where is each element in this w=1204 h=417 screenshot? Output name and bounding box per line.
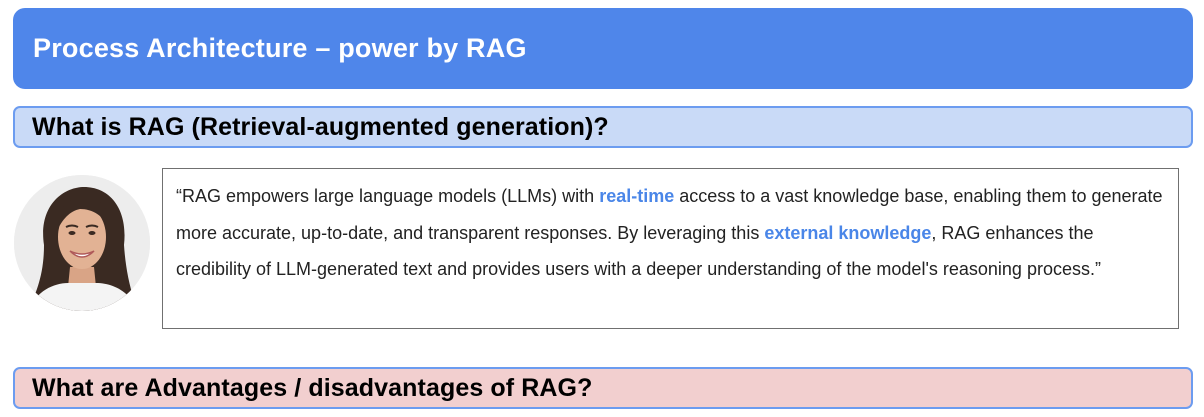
title-banner: Process Architecture – power by RAG — [13, 8, 1193, 89]
page-title: Process Architecture – power by RAG — [33, 33, 527, 63]
speaker-avatar — [14, 175, 150, 311]
quote-text-part-1: “RAG empowers large language models (LLM… — [176, 186, 600, 206]
section-advantages: What are Advantages / disadvantages of R… — [13, 367, 1193, 409]
section-what-is-rag: What is RAG (Retrieval-augmented generat… — [13, 106, 1193, 148]
section-what-is-rag-heading: What is RAG (Retrieval-augmented generat… — [32, 112, 609, 141]
quote-highlight-external-knowledge: external knowledge — [764, 222, 932, 243]
section-advantages-heading: What are Advantages / disadvantages of R… — [32, 373, 593, 402]
person-portrait-icon — [14, 175, 150, 311]
rag-quote-box: “RAG empowers large language models (LLM… — [162, 168, 1179, 329]
quote-highlight-real-time: real-time — [599, 186, 675, 206]
